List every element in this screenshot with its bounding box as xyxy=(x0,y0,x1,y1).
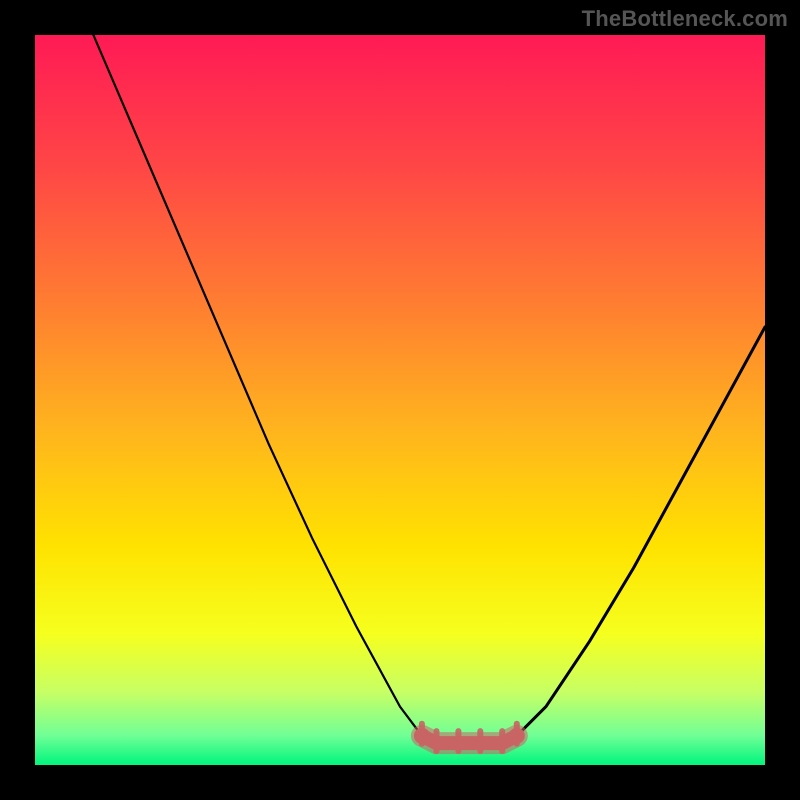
valley-marker-endpoint xyxy=(414,728,430,744)
plot-background xyxy=(35,35,765,765)
bottleneck-curve-chart xyxy=(0,0,800,800)
attribution-label: TheBottleneck.com xyxy=(582,6,788,32)
valley-marker xyxy=(422,736,517,743)
valley-marker-endpoint xyxy=(509,728,525,744)
chart-container: TheBottleneck.com xyxy=(0,0,800,800)
